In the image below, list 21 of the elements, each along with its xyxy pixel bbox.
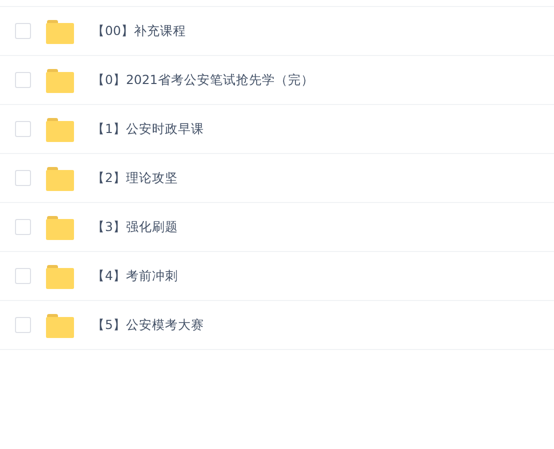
checkbox[interactable] bbox=[15, 121, 31, 137]
folder-icon bbox=[46, 314, 74, 338]
folder-name[interactable]: 【00】补充课程 bbox=[92, 22, 186, 40]
folder-name[interactable]: 【3】强化刷题 bbox=[92, 218, 178, 236]
folder-icon bbox=[46, 118, 74, 142]
folder-name[interactable]: 【4】考前冲刺 bbox=[92, 268, 178, 284]
checkbox[interactable] bbox=[15, 268, 31, 284]
folder-icon bbox=[46, 264, 74, 288]
folder-name[interactable]: 【0】2021省考公安笔试抢先学（完） bbox=[92, 72, 314, 88]
folder-icon bbox=[46, 68, 74, 92]
checkbox[interactable] bbox=[15, 23, 31, 39]
checkbox[interactable] bbox=[15, 317, 31, 333]
folder-name[interactable]: 【5】公安模考大赛 bbox=[92, 316, 204, 334]
folder-icon bbox=[46, 216, 74, 240]
checkbox[interactable] bbox=[15, 219, 31, 235]
checkbox[interactable] bbox=[15, 170, 31, 186]
checkbox[interactable] bbox=[15, 72, 31, 88]
folder-icon bbox=[46, 166, 74, 190]
folder-name[interactable]: 【2】理论攻坚 bbox=[92, 170, 178, 186]
folder-name[interactable]: 【1】公安时政早课 bbox=[92, 120, 204, 138]
folder-icon bbox=[46, 20, 74, 44]
